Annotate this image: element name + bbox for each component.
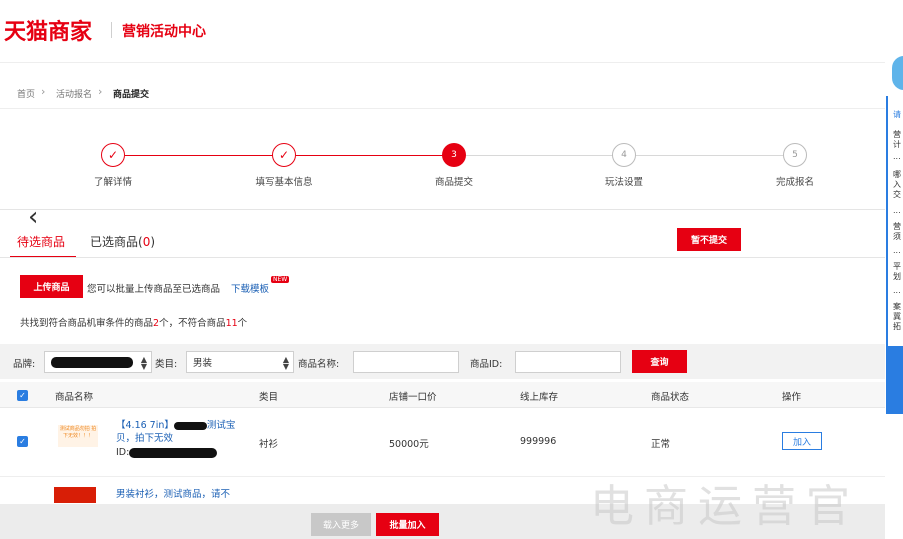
tab-selected-paren: ) (150, 235, 156, 249)
breadcrumb-divider (0, 108, 885, 109)
breadcrumb-separator-icon: › (98, 85, 103, 98)
side-panel-footer[interactable] (886, 346, 903, 414)
watermark: 电商运营官 (590, 481, 860, 532)
steps-divider (0, 209, 885, 210)
product-id-label: 商品ID: (470, 359, 503, 370)
side-panel-title: 请 (893, 110, 901, 119)
step-5-label: 完成报名 (775, 177, 814, 188)
product-name-link[interactable]: 男装衬衫，测试商品，请不 (116, 488, 266, 501)
redacted-name (173, 421, 207, 430)
column-header-action: 操作 (782, 392, 802, 403)
back-chevron-icon[interactable]: ‹ (28, 204, 38, 230)
summary-middle: 个，不符合商品 (159, 318, 226, 329)
query-button[interactable]: 查询 (632, 350, 687, 373)
step-5-circle: 5 (783, 143, 807, 167)
product-id-input[interactable] (515, 351, 621, 373)
row-checkbox[interactable]: ✓ (17, 436, 28, 447)
header-divider (0, 62, 885, 63)
step-3-circle: 3 (442, 143, 466, 167)
product-name-part: 测试宝 (206, 420, 236, 431)
step-connector (125, 155, 273, 156)
step-connector (296, 155, 443, 156)
select-caret-icon: ▲ ▼ (140, 355, 147, 371)
summary-nonmatch-count: 11 (225, 318, 238, 329)
upload-hint: 您可以批量上传商品至已选商品 (87, 284, 221, 295)
breadcrumb-activity[interactable]: 活动报名 (56, 87, 92, 100)
step-4-label: 玩法设置 (604, 177, 643, 188)
side-panel-line: ... (893, 286, 901, 295)
brand-filter-label: 品牌: (13, 359, 36, 370)
breadcrumb-home[interactable]: 首页 (17, 87, 35, 100)
product-name-input[interactable] (353, 351, 459, 373)
product-name-label: 商品名称: (298, 359, 340, 370)
cell-category: 衬衫 (259, 439, 279, 450)
step-1-check-icon: ✓ (101, 143, 125, 167)
tab-selected-products[interactable]: 已选商品(0) (90, 233, 155, 250)
column-header-price: 店铺一口价 (389, 392, 437, 403)
select-all-checkbox[interactable]: ✓ (17, 390, 28, 401)
step-connector (636, 155, 783, 156)
step-2-check-icon: ✓ (272, 143, 296, 167)
cell-stock: 999996 (520, 436, 557, 447)
brand-select[interactable]: ▲ ▼ (44, 351, 152, 373)
product-id: ID: (116, 447, 218, 458)
page: 天猫商家 营销活动中心 首页 › 活动报名 › 商品提交 ✓ ✓ 3 4 5 了… (0, 0, 903, 539)
product-thumbnail[interactable]: 测试商品勿拍 拍下无效！！！ (58, 425, 98, 447)
category-select[interactable]: 男装 ▲ ▼ (186, 351, 294, 373)
header-subtitle: 营销活动中心 (122, 24, 206, 40)
cell-status: 正常 (651, 439, 671, 450)
batch-join-button[interactable]: 批量加入 (376, 513, 439, 536)
breadcrumb-separator-icon: › (41, 85, 46, 98)
category-filter-label: 类目: (155, 359, 178, 370)
step-4-circle: 4 (612, 143, 636, 167)
tab-divider (0, 257, 885, 258)
tab-selected-label: 已选商品 (90, 235, 139, 249)
brand-divider (111, 22, 112, 38)
redacted-id (129, 447, 218, 458)
step-2-label: 填写基本信息 (255, 177, 313, 188)
side-panel-line: 营计 (893, 130, 901, 149)
product-thumbnail[interactable] (54, 487, 96, 503)
side-panel-line: 案冀拓 (893, 302, 901, 331)
upload-products-button[interactable]: 上传商品 (20, 275, 83, 298)
step-1-label: 了解详情 (93, 177, 132, 188)
load-more-button[interactable]: 载入更多 (311, 513, 371, 536)
new-badge: NEW (271, 276, 290, 283)
column-header-stock: 线上库存 (520, 392, 559, 403)
select-caret-icon: ▲ ▼ (282, 355, 289, 371)
side-panel-line: ... (893, 206, 901, 215)
download-template-link[interactable]: 下载模板 (231, 281, 269, 295)
product-name-link[interactable]: 【4.16 7in】 测试宝 贝，拍下无效 (116, 419, 246, 445)
summary-prefix: 共找到符合商品机审条件的商品 (20, 318, 154, 329)
table-header (0, 382, 885, 408)
side-panel-line: ... (893, 246, 901, 255)
column-header-status: 商品状态 (651, 392, 690, 403)
tab-pending-products[interactable]: 待选商品 (17, 233, 65, 250)
side-panel-line: 营须 (893, 222, 901, 241)
category-select-value: 男装 (193, 358, 213, 369)
no-submit-button[interactable]: 暂不提交 (677, 228, 741, 251)
column-header-category: 类目 (259, 392, 279, 403)
step-3-label: 商品提交 (434, 177, 473, 188)
join-button[interactable]: 加入 (782, 432, 822, 450)
brand-logo[interactable]: 天猫商家 (4, 14, 92, 46)
column-header-name: 商品名称 (55, 392, 94, 403)
breadcrumb-current: 商品提交 (113, 90, 150, 100)
summary-suffix: 个 (237, 318, 248, 329)
side-panel-line: ... (893, 152, 901, 161)
step-connector (466, 155, 613, 156)
match-summary: 共找到符合商品机审条件的商品2个，不符合商品11个 (20, 315, 247, 329)
side-panel-line: 哪入交 (893, 170, 901, 199)
redacted-brand (51, 356, 133, 368)
product-id-label: ID: (116, 447, 130, 458)
cell-price: 50000元 (389, 439, 429, 450)
help-bubble-icon[interactable] (892, 56, 903, 90)
side-panel-line: 平划 (893, 262, 901, 281)
product-name-part: 贝，拍下无效 (116, 433, 174, 444)
product-name-part: 【4.16 7in】 (116, 420, 174, 431)
